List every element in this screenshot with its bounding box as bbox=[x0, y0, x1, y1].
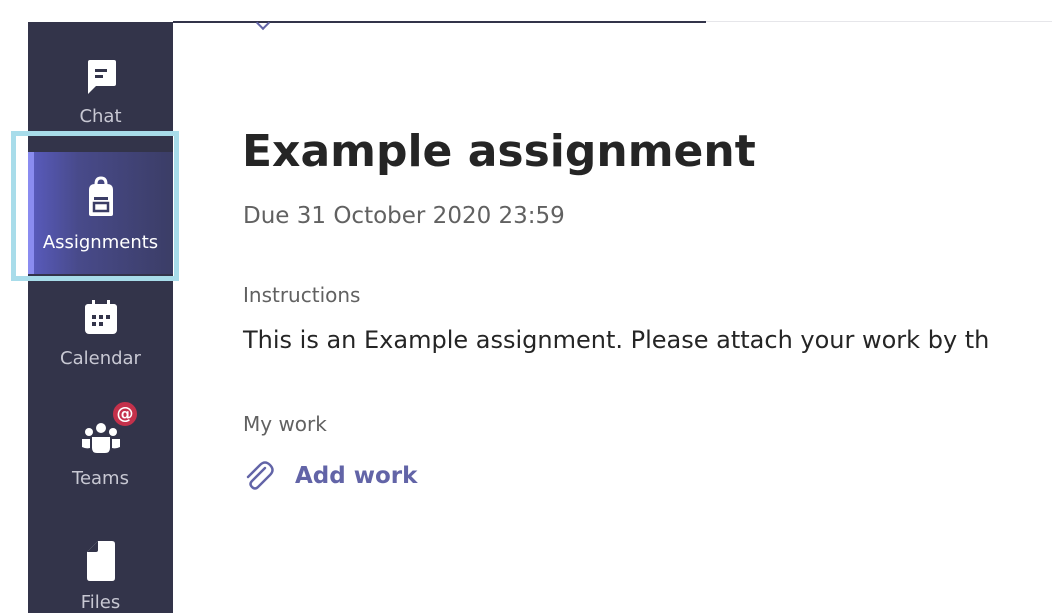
highlight-frame bbox=[11, 131, 179, 281]
rail-item-label: Files bbox=[80, 592, 121, 613]
due-date: Due 31 October 2020 23:59 bbox=[243, 203, 565, 229]
top-divider bbox=[173, 21, 706, 23]
instructions-heading: Instructions bbox=[243, 283, 361, 307]
rail-item-label: Teams bbox=[72, 468, 129, 489]
my-work-heading: My work bbox=[243, 412, 327, 436]
add-work-label: Add work bbox=[295, 463, 418, 489]
rail-item-label: Chat bbox=[79, 106, 122, 127]
rail-item-files[interactable]: Files bbox=[28, 522, 173, 613]
top-divider-light bbox=[706, 21, 1052, 22]
rail-item-teams[interactable]: @ Teams bbox=[28, 399, 173, 512]
file-icon bbox=[86, 541, 115, 581]
back-chevron-icon[interactable] bbox=[255, 15, 271, 31]
instructions-text: This is an Example assignment. Please at… bbox=[243, 326, 990, 354]
teams-assignment-page: Chat Assignments Calendar @ Teams Files … bbox=[0, 0, 1052, 613]
rail-item-label: Calendar bbox=[60, 348, 141, 369]
rail-item-calendar[interactable]: Calendar bbox=[28, 294, 173, 404]
assignment-title: Example assignment bbox=[242, 126, 756, 177]
calendar-icon bbox=[84, 300, 117, 334]
add-work-button[interactable]: Add work bbox=[243, 456, 417, 496]
chat-icon bbox=[87, 60, 116, 94]
mention-badge: @ bbox=[110, 399, 140, 429]
paperclip-icon bbox=[246, 461, 274, 490]
app-rail: Chat Assignments Calendar @ Teams Files bbox=[28, 22, 173, 613]
